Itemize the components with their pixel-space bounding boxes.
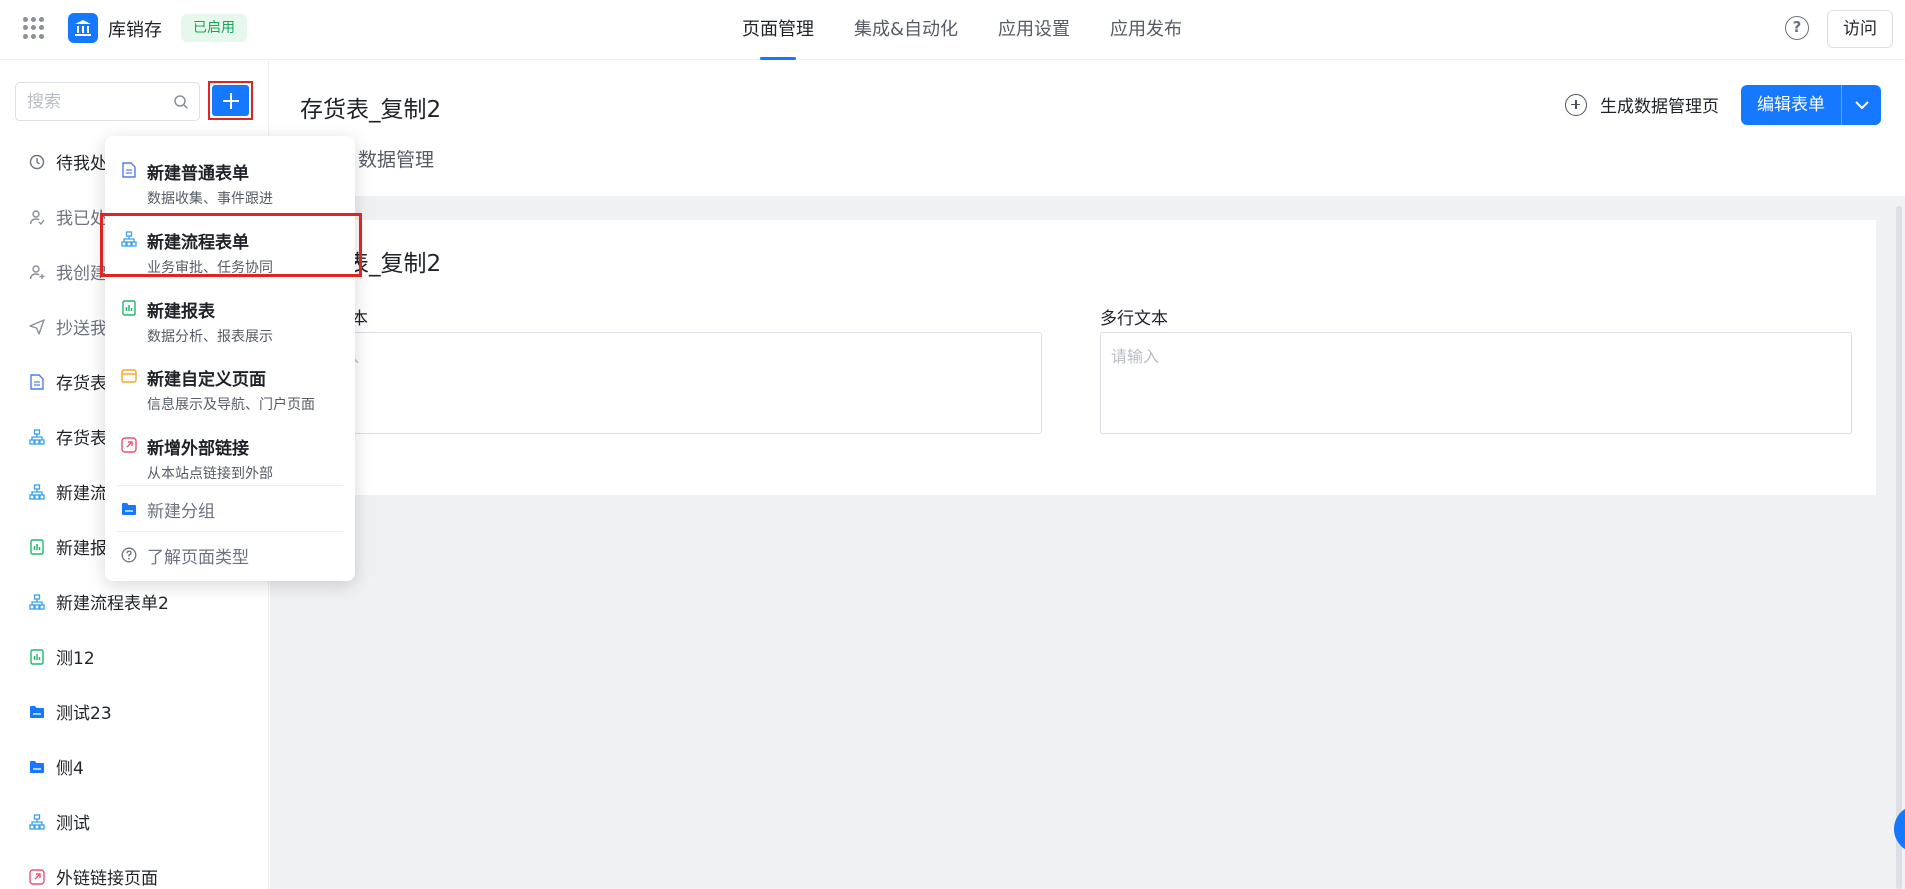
page-title: 存货表_复制2 bbox=[300, 97, 442, 123]
folder-icon bbox=[120, 500, 138, 518]
sidebar-item-label: 待我处 bbox=[56, 154, 107, 174]
help-icon[interactable]: ? bbox=[1785, 16, 1809, 40]
app-logo-icon bbox=[68, 13, 98, 43]
form-preview-card: 存货表_复制2 单行文本 请输入 多行文本 请输入 bbox=[278, 220, 1876, 495]
flow-icon bbox=[120, 230, 137, 247]
user-check-icon bbox=[28, 208, 46, 226]
sidebar-item-label: 新建流 bbox=[56, 484, 107, 504]
menu-learn-page-types[interactable]: 了解页面类型 bbox=[105, 533, 355, 577]
menu-learn-page-types-label: 了解页面类型 bbox=[147, 547, 249, 568]
sidebar-item-external-link-page[interactable]: 外链链接页面 bbox=[0, 849, 269, 889]
flow-icon bbox=[28, 593, 46, 611]
report-icon bbox=[28, 538, 46, 556]
user-add-icon bbox=[28, 263, 46, 281]
menu-item-title: 新建普通表单 bbox=[147, 164, 249, 184]
menu-item-title: 新增外部链接 bbox=[147, 439, 249, 459]
clock-icon bbox=[28, 153, 46, 171]
menu-new-external-link[interactable]: 新增外部链接 从本站点链接到外部 bbox=[105, 419, 355, 484]
generate-data-page-label: 生成数据管理页 bbox=[1600, 97, 1719, 117]
menu-item-title: 新建自定义页面 bbox=[147, 370, 266, 390]
folder-icon bbox=[28, 703, 46, 721]
edit-form-button[interactable]: 编辑表单 bbox=[1741, 85, 1841, 125]
tab-app-publish[interactable]: 应用发布 bbox=[1110, 0, 1182, 60]
main-nav: 页面管理 集成&自动化 应用设置 应用发布 bbox=[722, 0, 1202, 60]
tab-app-settings[interactable]: 应用设置 bbox=[998, 0, 1070, 60]
flow-icon bbox=[28, 483, 46, 501]
generate-data-page-button[interactable]: 生成数据管理页 bbox=[1565, 92, 1719, 117]
sidebar-item-label: 外链链接页面 bbox=[56, 869, 158, 889]
tab-integration-automation[interactable]: 集成&自动化 bbox=[854, 0, 958, 60]
menu-item-desc: 业务审批、任务协同 bbox=[147, 260, 273, 276]
scrollbar[interactable] bbox=[1896, 206, 1902, 889]
report-icon bbox=[28, 648, 46, 666]
menu-new-flow-form[interactable]: 新建流程表单 业务审批、任务协同 bbox=[100, 213, 362, 277]
sidebar-item-label: 侧4 bbox=[56, 759, 84, 779]
sidebar-item-label: 测试 bbox=[56, 814, 90, 834]
page-header: 存货表_复制2 生成数据管理页 编辑表单 预览 数据管理 bbox=[270, 60, 1905, 196]
form-icon bbox=[28, 373, 46, 391]
search-input[interactable] bbox=[16, 83, 166, 120]
tab-data-management[interactable]: 数据管理 bbox=[358, 144, 434, 196]
form-icon bbox=[120, 161, 137, 178]
menu-item-desc: 数据分析、报表展示 bbox=[147, 329, 273, 345]
custom-page-icon bbox=[120, 367, 137, 384]
sidebar-item-label: 存货表 bbox=[56, 374, 107, 394]
flow-icon bbox=[28, 428, 46, 446]
plus-icon bbox=[212, 85, 249, 116]
edit-form-dropdown-button[interactable] bbox=[1841, 85, 1881, 125]
send-icon bbox=[28, 318, 46, 336]
menu-divider bbox=[117, 531, 343, 532]
menu-item-title: 新建报表 bbox=[147, 302, 215, 322]
menu-new-group[interactable]: 新建分组 bbox=[105, 487, 355, 531]
menu-item-title: 新建流程表单 bbox=[147, 233, 249, 253]
sidebar-item-label: 新建流程表单2 bbox=[56, 594, 169, 614]
menu-new-report[interactable]: 新建报表 数据分析、报表展示 bbox=[105, 282, 355, 347]
sidebar-item-new-flow-form-2[interactable]: 新建流程表单2 bbox=[0, 574, 269, 629]
link-icon bbox=[120, 436, 137, 453]
menu-item-desc: 从本站点链接到外部 bbox=[147, 466, 273, 482]
main-area: 存货表_复制2 生成数据管理页 编辑表单 预览 数据管理 存货表_复制2 单行文… bbox=[270, 60, 1905, 889]
search-icon[interactable] bbox=[173, 94, 189, 110]
link-icon bbox=[28, 868, 46, 886]
plus-circle-icon bbox=[1565, 93, 1587, 116]
status-badge: 已启用 bbox=[181, 14, 247, 42]
menu-new-custom-page[interactable]: 新建自定义页面 信息展示及导航、门户页面 bbox=[105, 350, 355, 415]
tab-page-management[interactable]: 页面管理 bbox=[742, 0, 814, 60]
sidebar-item-side4[interactable]: 侧4 bbox=[0, 739, 269, 794]
single-line-text-input[interactable]: 请输入 bbox=[300, 332, 1042, 434]
report-icon bbox=[120, 299, 137, 316]
app-name: 库销存 bbox=[108, 20, 162, 41]
multi-line-text-label: 多行文本 bbox=[1100, 309, 1168, 329]
menu-new-normal-form[interactable]: 新建普通表单 数据收集、事件跟进 bbox=[105, 144, 355, 209]
edit-form-button-group: 编辑表单 bbox=[1741, 85, 1881, 125]
sidebar-item-test23[interactable]: 测试23 bbox=[0, 684, 269, 739]
sidebar-item-test12[interactable]: 测12 bbox=[0, 629, 269, 684]
sidebar-item-test[interactable]: 测试 bbox=[0, 794, 269, 849]
multi-line-text-input[interactable]: 请输入 bbox=[1100, 332, 1852, 434]
sidebar-item-label: 测12 bbox=[56, 649, 95, 669]
menu-item-desc: 数据收集、事件跟进 bbox=[147, 191, 273, 207]
app-grid-icon[interactable] bbox=[23, 17, 45, 39]
menu-new-group-label: 新建分组 bbox=[147, 501, 215, 522]
add-page-menu: 新建普通表单 数据收集、事件跟进 新建流程表单 业务审批、任务协同 新建报表 数… bbox=[100, 136, 362, 581]
menu-item-desc: 信息展示及导航、门户页面 bbox=[147, 397, 315, 413]
sidebar-item-label: 测试23 bbox=[56, 704, 112, 724]
search-box bbox=[15, 82, 200, 121]
folder-icon bbox=[28, 758, 46, 776]
question-circle-icon bbox=[120, 546, 138, 564]
sidebar-item-label: 抄送我 bbox=[56, 319, 107, 339]
sidebar-item-label: 新建报 bbox=[56, 539, 107, 559]
chevron-down-icon bbox=[1854, 101, 1869, 110]
top-bar: 库销存 已启用 页面管理 集成&自动化 应用设置 应用发布 ? 访问 bbox=[0, 0, 1905, 60]
add-page-button[interactable] bbox=[208, 81, 253, 120]
menu-divider bbox=[117, 485, 343, 486]
sidebar-item-label: 存货表 bbox=[56, 429, 107, 449]
flow-icon bbox=[28, 813, 46, 831]
visit-button[interactable]: 访问 bbox=[1827, 10, 1893, 48]
